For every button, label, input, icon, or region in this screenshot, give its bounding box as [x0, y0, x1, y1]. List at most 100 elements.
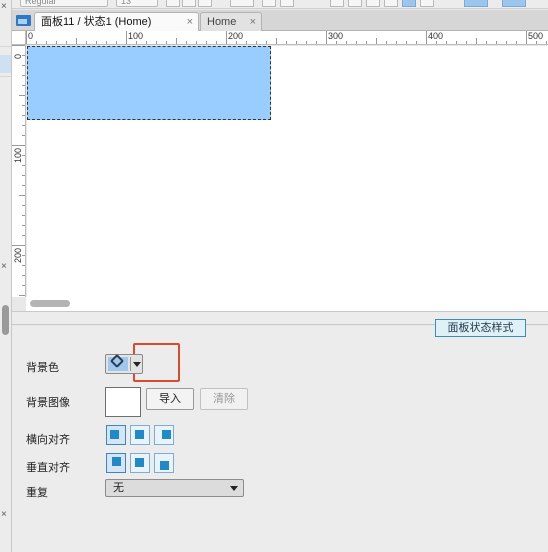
ruler-tick — [386, 41, 387, 44]
scrollbar-thumb[interactable] — [30, 300, 70, 307]
ruler-tick — [126, 31, 127, 44]
ruler-tick — [12, 145, 25, 146]
align-right-button[interactable] — [366, 0, 380, 7]
clear-button[interactable]: 清除 — [200, 388, 248, 410]
horizontal-ruler: 0 100 200 300 400 500 — [26, 31, 548, 45]
ruler-tick — [22, 55, 25, 56]
tab-panel-state-style[interactable]: 面板状态样式 — [435, 319, 526, 337]
italic-button[interactable] — [182, 0, 196, 7]
ruler-tick — [306, 41, 307, 44]
tab-panel-state[interactable]: 面板11 / 状态1 (Home) × — [34, 12, 199, 31]
line-color-button[interactable] — [502, 0, 526, 7]
gutter-scrollbar[interactable] — [2, 305, 9, 335]
ruler-tick — [46, 41, 47, 44]
align-center-icon — [135, 430, 144, 439]
align-left-button[interactable] — [106, 425, 126, 445]
ruler-tick — [22, 235, 25, 236]
ruler-tick — [256, 41, 257, 44]
ruler-tick — [276, 38, 277, 44]
align-top-button[interactable] — [106, 453, 126, 473]
ruler-tick — [156, 41, 157, 44]
import-button[interactable]: 导入 — [146, 388, 194, 410]
align-center-button[interactable] — [348, 0, 362, 7]
align-left-button[interactable] — [330, 0, 344, 7]
ruler-tick — [22, 255, 25, 256]
ruler-tick — [12, 45, 25, 46]
ruler-tick — [106, 41, 107, 44]
underline-button[interactable] — [198, 0, 212, 7]
close-icon[interactable]: × — [187, 13, 193, 31]
close-icon[interactable]: × — [250, 13, 256, 31]
ruler-tick — [22, 165, 25, 166]
ruler-tick — [22, 65, 25, 66]
ruler-label: 500 — [528, 31, 544, 41]
align-justify-button[interactable] — [384, 0, 398, 7]
ruler-tick — [326, 31, 327, 44]
bg-color-picker[interactable] — [105, 353, 143, 374]
ruler-tick — [22, 155, 25, 156]
ruler-tick — [22, 225, 25, 226]
sitemap-icon[interactable] — [16, 15, 31, 26]
list-button[interactable] — [280, 0, 294, 7]
ruler-tick — [206, 41, 207, 44]
tab-home[interactable]: Home × — [200, 12, 262, 31]
canvas-horizontal-scrollbar[interactable] — [26, 297, 548, 311]
close-icon[interactable]: × — [1, 510, 7, 520]
ruler-corner — [12, 31, 26, 45]
ruler-tick — [22, 75, 25, 76]
ruler-tick — [22, 105, 25, 106]
close-icon[interactable]: × — [1, 2, 7, 12]
ruler-tick — [406, 41, 407, 44]
ruler-tick — [36, 41, 37, 44]
ruler-tick — [19, 295, 25, 296]
chevron-down-icon — [230, 486, 238, 491]
align-bottom-icon — [160, 461, 169, 470]
selected-rectangle-widget[interactable] — [27, 46, 271, 120]
repeat-select[interactable]: 无 — [105, 479, 244, 497]
ruler-label: 400 — [428, 31, 444, 41]
ruler-tick — [286, 41, 287, 44]
align-left-icon — [110, 430, 119, 439]
ruler-tick — [26, 31, 27, 44]
gutter-divider — [0, 46, 11, 47]
bold-button[interactable] — [166, 0, 180, 7]
repeat-value: 无 — [113, 482, 124, 494]
bg-color-label: 背景色 — [26, 362, 59, 374]
gutter-divider — [0, 76, 11, 77]
ruler-tick — [86, 41, 87, 44]
align-right-button[interactable] — [154, 425, 174, 445]
ruler-tick — [22, 265, 25, 266]
left-gutter: × × × — [0, 0, 12, 552]
chevron-down-icon — [133, 362, 141, 367]
text-color-button[interactable] — [230, 0, 254, 7]
ruler-tick — [506, 41, 507, 44]
bg-image-preview — [105, 387, 141, 417]
align-bottom-button[interactable] — [154, 453, 174, 473]
panel-state-style-pane: 面板状态样式 背景色 背景图像 导入 清除 横向对齐 垂直对齐 重复 无 — [12, 319, 548, 552]
ruler-tick — [236, 41, 237, 44]
v-align-label: 垂直对齐 — [26, 462, 70, 474]
design-canvas[interactable] — [27, 46, 548, 297]
gutter-selected-row[interactable] — [0, 55, 11, 73]
bullet-button[interactable] — [262, 0, 276, 7]
font-style-select[interactable]: Regular — [20, 0, 108, 7]
ruler-tick — [22, 85, 25, 86]
ruler-tick — [266, 41, 267, 44]
close-icon[interactable]: × — [1, 262, 7, 272]
valign-bottom-button[interactable] — [420, 0, 434, 7]
ruler-tick — [216, 41, 217, 44]
ruler-tick — [19, 95, 25, 96]
ruler-tick — [536, 41, 537, 44]
ruler-tick — [316, 41, 317, 44]
fill-color-button[interactable] — [464, 0, 488, 7]
align-middle-button[interactable] — [130, 453, 150, 473]
tab-bar: 面板11 / 状态1 (Home) × Home × — [12, 10, 548, 31]
valign-top-button[interactable] — [402, 0, 416, 7]
tab-label: 面板11 / 状态1 (Home) — [41, 16, 152, 28]
font-size-select[interactable]: 13 — [116, 0, 158, 7]
ruler-tick — [346, 41, 347, 44]
align-middle-icon — [135, 458, 144, 467]
ruler-tick — [12, 245, 25, 246]
align-right-icon — [162, 430, 171, 439]
align-center-button[interactable] — [130, 425, 150, 445]
